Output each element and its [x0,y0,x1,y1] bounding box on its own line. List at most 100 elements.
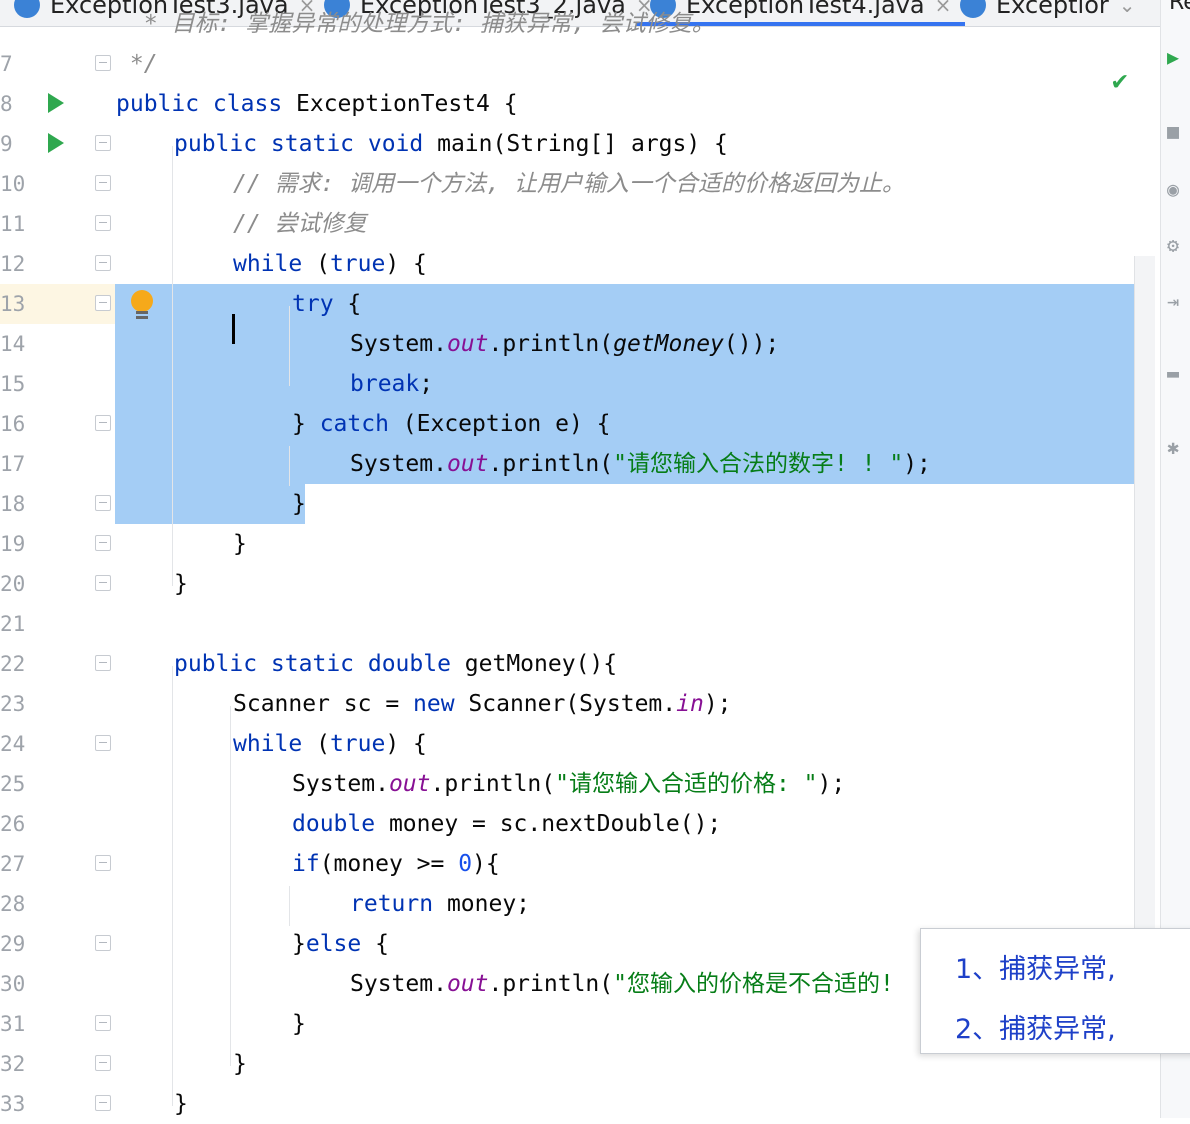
fold-icon[interactable] [95,575,111,591]
line-number: 30 [0,972,26,996]
fold-icon[interactable] [95,855,111,871]
layout-icon[interactable]: ▬ [1167,362,1189,384]
code-text: break; [350,371,434,397]
line-number: 25 [0,772,26,796]
code-text: } [174,571,188,597]
code-text: Scanner sc = new Scanner(System.in); [233,691,732,717]
code-line: 8 public class ExceptionTest4 { [0,84,1160,124]
code-line: 15 break; [0,364,1160,404]
line-number: 11 [0,212,26,236]
code-comment: // 尝试修复 [233,211,367,237]
line-number: 7 [0,52,13,76]
code-line: 19 } [0,524,1160,564]
code-text: while (true) { [233,731,427,757]
code-line: 33 } [0,1084,1160,1124]
code-text: public class ExceptionTest4 { [116,91,518,117]
code-line: 10 // 需求: 调用一个方法, 让用户输入一个合适的价格返回为止。 [0,164,1160,204]
fold-icon[interactable] [95,735,111,751]
code-text: } [174,1091,188,1117]
line-number: 18 [0,492,26,516]
line-number: 14 [0,332,26,356]
line-number: 16 [0,412,26,436]
gear-icon[interactable]: ⚙ [1167,234,1189,256]
code-line: 7 */ [0,44,1160,84]
fold-icon[interactable] [95,175,111,191]
code-line: 18 } [0,484,1160,524]
fold-icon[interactable] [95,495,111,511]
line-number: 29 [0,932,26,956]
code-comment: * 目标: 掌握异常的处理方式: 捕获异常, 尝试修复。 [130,11,715,37]
code-text: public static void main(String[] args) { [174,131,728,157]
line-number: 10 [0,172,26,196]
code-text: if(money >= 0){ [292,851,500,877]
run-icon[interactable] [48,133,64,153]
code-text: try { [292,291,362,317]
line-number: 32 [0,1052,26,1076]
line-number: 31 [0,1012,26,1036]
fold-icon[interactable] [95,135,111,151]
line-number: 20 [0,572,26,596]
annotation-line: 1、捕获异常, [955,954,1116,985]
code-line: 21 [0,604,1160,644]
code-text: } [233,1051,247,1077]
code-line: 28 return money; [0,884,1160,924]
line-number: 24 [0,732,26,756]
line-number: 19 [0,532,26,556]
exit-icon[interactable]: ⇥ [1167,290,1189,312]
panel-title: Re [1169,0,1190,15]
code-line: 22 public static double getMoney(){ [0,644,1160,684]
code-text: System.out.println("请您输入合法的数字! ! "); [350,451,931,477]
code-text: return money; [350,891,531,917]
code-text: public static double getMoney(){ [174,651,618,677]
code-line: 23 Scanner sc = new Scanner(System.in); [0,684,1160,724]
code-text: } [292,1011,306,1037]
line-number: 33 [0,1092,26,1116]
fold-icon[interactable] [95,535,111,551]
line-number: 23 [0,692,26,716]
code-line: 14 System.out.println(getMoney()); [0,324,1160,364]
line-number: 26 [0,812,26,836]
line-number: 12 [0,252,26,276]
code-text: double money = sc.nextDouble(); [292,811,722,837]
fold-icon[interactable] [95,655,111,671]
run-icon[interactable]: ▶ [1167,46,1189,68]
fold-icon[interactable] [95,215,111,231]
code-line: 27 if(money >= 0){ [0,844,1160,884]
annotation-popup: 1、捕获异常, 2、捕获异常, [920,928,1190,1054]
line-number: 9 [0,132,13,156]
text-caret [232,314,235,344]
annotation-line: 2、捕获异常, [955,1014,1116,1045]
code-text: System.out.println("您输入的价格是不合适的! [350,971,894,997]
fold-icon[interactable] [95,935,111,951]
run-icon[interactable] [48,93,64,113]
code-text: }else { [292,931,389,957]
code-line: 24 while (true) { [0,724,1160,764]
fold-icon[interactable] [95,255,111,271]
line-number: 22 [0,652,26,676]
code-text: while (true) { [233,251,427,277]
pin-icon[interactable]: ✱ [1167,436,1189,458]
code-line: 12 while (true) { [0,244,1160,284]
line-number: 15 [0,372,26,396]
lightbulb-icon[interactable] [130,290,154,320]
fold-icon[interactable] [95,1015,111,1031]
code-comment: // 需求: 调用一个方法, 让用户输入一个合适的价格返回为止。 [233,171,905,197]
code-text: System.out.println("请您输入合适的价格: "); [292,771,846,797]
fold-icon[interactable] [95,295,111,311]
line-number: 13 [0,292,26,316]
code-text: } [233,531,247,557]
code-text: } [292,491,306,517]
line-number: 17 [0,452,26,476]
camera-icon[interactable]: ◉ [1167,178,1189,200]
code-line: 20 } [0,564,1160,604]
code-text: */ [116,51,158,77]
fold-icon[interactable] [95,1095,111,1111]
stop-icon[interactable]: ■ [1167,120,1189,142]
code-line: 25 System.out.println("请您输入合适的价格: "); [0,764,1160,804]
line-number: 28 [0,892,26,916]
fold-icon[interactable] [95,415,111,431]
code-text: System.out.println(getMoney()); [350,331,780,357]
fold-icon[interactable] [95,55,111,71]
code-line: 26 double money = sc.nextDouble(); [0,804,1160,844]
fold-icon[interactable] [95,1055,111,1071]
